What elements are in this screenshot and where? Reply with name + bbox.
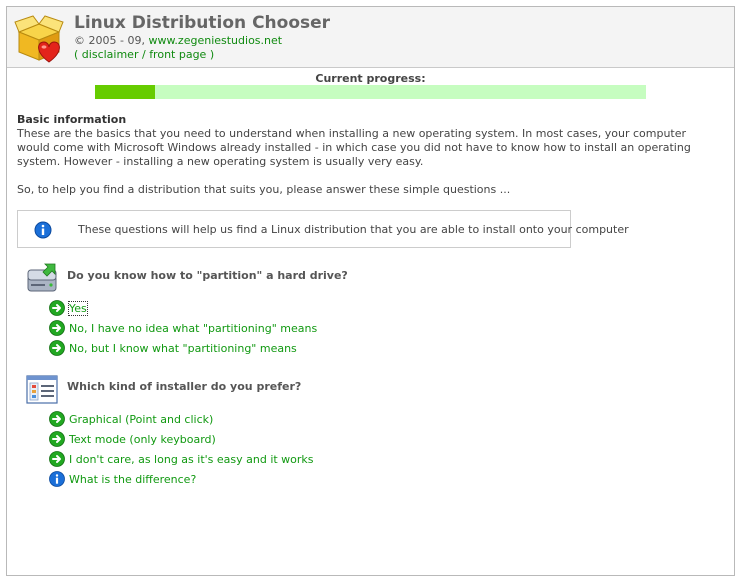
info-icon: [49, 471, 65, 487]
question-text: Which kind of installer do you prefer?: [67, 380, 302, 393]
green-arrow-icon: [49, 320, 65, 336]
answer-label[interactable]: Text mode (only keyboard): [69, 433, 216, 446]
intro-heading: Basic information: [17, 113, 127, 126]
answer-label[interactable]: No, but I know what "partitioning" means: [69, 342, 297, 355]
progress-label: Current progress:: [315, 72, 426, 85]
header: Linux Distribution Chooser © 2005 - 09, …: [7, 7, 734, 68]
links-separator: /: [138, 48, 150, 61]
progress-bar-fill: [95, 85, 156, 99]
green-arrow-icon: [49, 431, 65, 447]
info-box-text: These questions will help us find a Linu…: [78, 223, 629, 236]
info-icon: [34, 221, 52, 239]
copyright-line: © 2005 - 09, www.zegeniestudios.net: [74, 34, 282, 47]
answer-label[interactable]: Graphical (Point and click): [69, 413, 213, 426]
green-arrow-icon: [49, 411, 65, 427]
answer-label[interactable]: What is the difference?: [69, 473, 196, 486]
info-box: These questions will help us find a Linu…: [17, 210, 629, 248]
intro-question-prompt: So, to help you find a distribution that…: [17, 183, 511, 196]
copyright-text: © 2005 - 09,: [74, 34, 149, 47]
links-close-paren: ): [206, 48, 215, 61]
links-open-paren: (: [74, 48, 82, 61]
installer-window-icon: [26, 375, 58, 404]
progress-bar: [95, 85, 646, 99]
disclaimer-link[interactable]: disclaimer: [82, 48, 139, 61]
answer-label[interactable]: No, I have no idea what "partitioning" m…: [69, 322, 317, 335]
page-frame: Linux Distribution Chooser © 2005 - 09, …: [6, 6, 735, 576]
answer-label[interactable]: I don't care, as long as it's easy and i…: [69, 453, 314, 466]
green-arrow-icon: [49, 451, 65, 467]
green-arrow-icon: [49, 340, 65, 356]
header-links: ( disclaimer / front page ): [74, 48, 214, 61]
intro-body: These are the basics that you need to un…: [17, 127, 691, 168]
logo-box-heart-icon: [14, 15, 64, 63]
answer-label[interactable]: Yes: [68, 301, 88, 316]
app-title: Linux Distribution Chooser: [74, 13, 331, 33]
website-link[interactable]: www.zegeniestudios.net: [148, 34, 282, 47]
hard-drive-icon: [27, 263, 57, 292]
basic-information: Basic information These are the basics t…: [17, 113, 717, 197]
question-text: Do you know how to "partition" a hard dr…: [67, 269, 348, 282]
front-page-link[interactable]: front page: [149, 48, 206, 61]
green-arrow-icon: [49, 300, 65, 316]
